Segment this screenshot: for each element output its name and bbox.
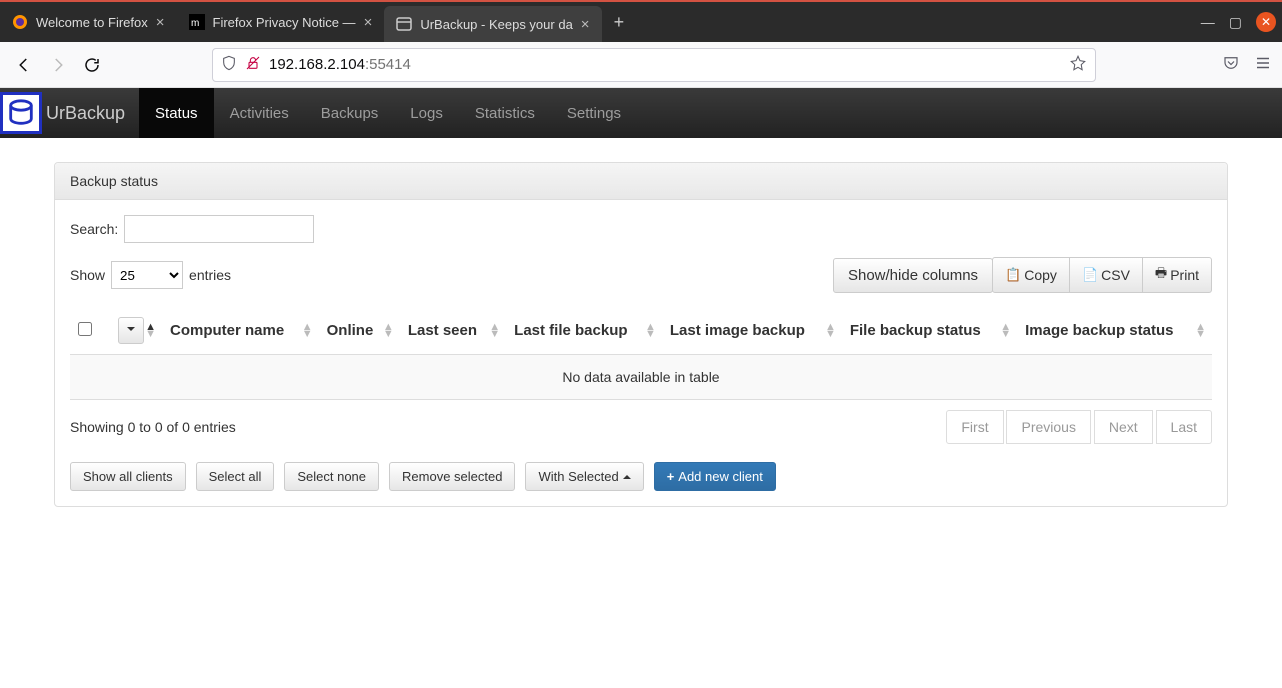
select-all-header (70, 307, 110, 355)
maximize-icon[interactable]: ▢ (1229, 14, 1242, 31)
mozilla-icon: m (189, 14, 205, 30)
search-input[interactable] (124, 215, 314, 243)
bookmark-star-icon[interactable] (1069, 54, 1087, 75)
back-button[interactable] (10, 51, 38, 79)
browser-tab[interactable]: Welcome to Firefox × (0, 2, 177, 42)
close-icon[interactable]: × (156, 15, 165, 30)
nav-activities[interactable]: Activities (214, 88, 305, 138)
select-none-button[interactable]: Select none (284, 462, 379, 491)
page-container: Backup status Search: Show 25 entries Sh… (0, 138, 1282, 531)
table-info: Showing 0 to 0 of 0 entries (70, 419, 236, 435)
table-empty-row: No data available in table (70, 355, 1212, 400)
brand[interactable]: UrBackup (0, 88, 139, 138)
copy-button[interactable]: 📋Copy (992, 257, 1070, 293)
nav-settings[interactable]: Settings (551, 88, 637, 138)
tab-title: UrBackup - Keeps your da (420, 17, 572, 32)
new-tab-button[interactable]: + (602, 4, 637, 41)
app-navbar: UrBackup Status Activities Backups Logs … (0, 88, 1282, 138)
col-image-backup-status[interactable]: Image backup status▲▼ (1017, 307, 1212, 355)
window-controls: — ▢ ✕ (1201, 2, 1282, 42)
col-file-backup-status[interactable]: File backup status▲▼ (842, 307, 1017, 355)
url-text: 192.168.2.104:55414 (269, 56, 1061, 73)
actions-header[interactable]: ▲▼ (110, 307, 162, 355)
brand-text: UrBackup (46, 103, 125, 124)
browser-tab[interactable]: m Firefox Privacy Notice — × (177, 2, 385, 42)
browser-toolbar: 192.168.2.104:55414 (0, 42, 1282, 88)
select-all-button[interactable]: Select all (196, 462, 275, 491)
caret-up-icon (623, 471, 631, 479)
url-bar[interactable]: 192.168.2.104:55414 (212, 48, 1096, 82)
show-label-post: entries (189, 267, 231, 283)
tab-title: Firefox Privacy Notice — (213, 15, 356, 30)
page-last[interactable]: Last (1156, 410, 1212, 444)
urbackup-logo-icon (0, 92, 42, 134)
pocket-icon[interactable] (1222, 54, 1240, 75)
nav-backups[interactable]: Backups (305, 88, 395, 138)
show-all-clients-button[interactable]: Show all clients (70, 462, 186, 491)
browser-tabstrip: Welcome to Firefox × m Firefox Privacy N… (0, 0, 1282, 42)
page-next[interactable]: Next (1094, 410, 1153, 444)
col-last-file-backup[interactable]: Last file backup▲▼ (506, 307, 662, 355)
page-icon (396, 16, 412, 32)
minimize-icon[interactable]: — (1201, 14, 1215, 30)
browser-tab-active[interactable]: UrBackup - Keeps your da × (384, 6, 601, 42)
firefox-icon (12, 14, 28, 30)
show-hide-columns-button[interactable]: Show/hide columns (833, 258, 993, 293)
show-label-pre: Show (70, 267, 105, 283)
col-last-seen[interactable]: Last seen▲▼ (400, 307, 506, 355)
page-prev[interactable]: Previous (1006, 410, 1090, 444)
nav-status[interactable]: Status (139, 88, 214, 138)
csv-button[interactable]: 📄CSV (1069, 257, 1143, 293)
page-length-select[interactable]: 25 (111, 261, 183, 289)
action-row: Show all clients Select all Select none … (70, 462, 1212, 491)
col-computer-name[interactable]: Computer name▲▼ (162, 307, 319, 355)
insecure-lock-icon[interactable] (245, 55, 261, 74)
panel-body: Search: Show 25 entries Show/hide column… (55, 200, 1227, 506)
col-online[interactable]: Online▲▼ (319, 307, 400, 355)
dropdown-icon[interactable] (118, 317, 144, 344)
print-button[interactable]: 🖶Print (1142, 257, 1212, 293)
length-row: Show 25 entries Show/hide columns 📋Copy … (70, 257, 1212, 293)
search-label: Search: (70, 221, 118, 237)
panel-heading: Backup status (55, 163, 1227, 200)
add-new-client-button[interactable]: +Add new client (654, 462, 776, 491)
tab-title: Welcome to Firefox (36, 15, 148, 30)
select-all-checkbox[interactable] (78, 322, 92, 336)
shield-icon[interactable] (221, 55, 237, 74)
pagination: First Previous Next Last (947, 410, 1212, 444)
url-host: 192.168.2.104 (269, 56, 365, 73)
with-selected-button[interactable]: With Selected (525, 462, 643, 491)
forward-button[interactable] (44, 51, 72, 79)
status-table: ▲▼ Computer name▲▼ Online▲▼ Last seen▲▼ … (70, 307, 1212, 400)
print-icon: 🖶 (1155, 264, 1167, 286)
search-row: Search: (70, 215, 1212, 243)
backup-status-panel: Backup status Search: Show 25 entries Sh… (54, 162, 1228, 507)
svg-text:m: m (191, 18, 199, 29)
plus-icon: + (667, 469, 675, 484)
copy-icon: 📋 (1005, 267, 1021, 283)
file-icon: 📄 (1082, 267, 1098, 283)
nav-statistics[interactable]: Statistics (459, 88, 551, 138)
remove-selected-button[interactable]: Remove selected (389, 462, 515, 491)
window-close-icon[interactable]: ✕ (1256, 12, 1276, 32)
app-menu-icon[interactable] (1254, 54, 1272, 75)
nav-logs[interactable]: Logs (394, 88, 459, 138)
table-empty-text: No data available in table (70, 355, 1212, 400)
url-port: :55414 (365, 56, 411, 73)
col-last-image-backup[interactable]: Last image backup▲▼ (662, 307, 842, 355)
close-icon[interactable]: × (364, 15, 373, 30)
export-group: 📋Copy 📄CSV 🖶Print (992, 257, 1212, 293)
page-first[interactable]: First (946, 410, 1003, 444)
reload-button[interactable] (78, 51, 106, 79)
table-footer: Showing 0 to 0 of 0 entries First Previo… (70, 400, 1212, 462)
close-icon[interactable]: × (581, 17, 590, 32)
